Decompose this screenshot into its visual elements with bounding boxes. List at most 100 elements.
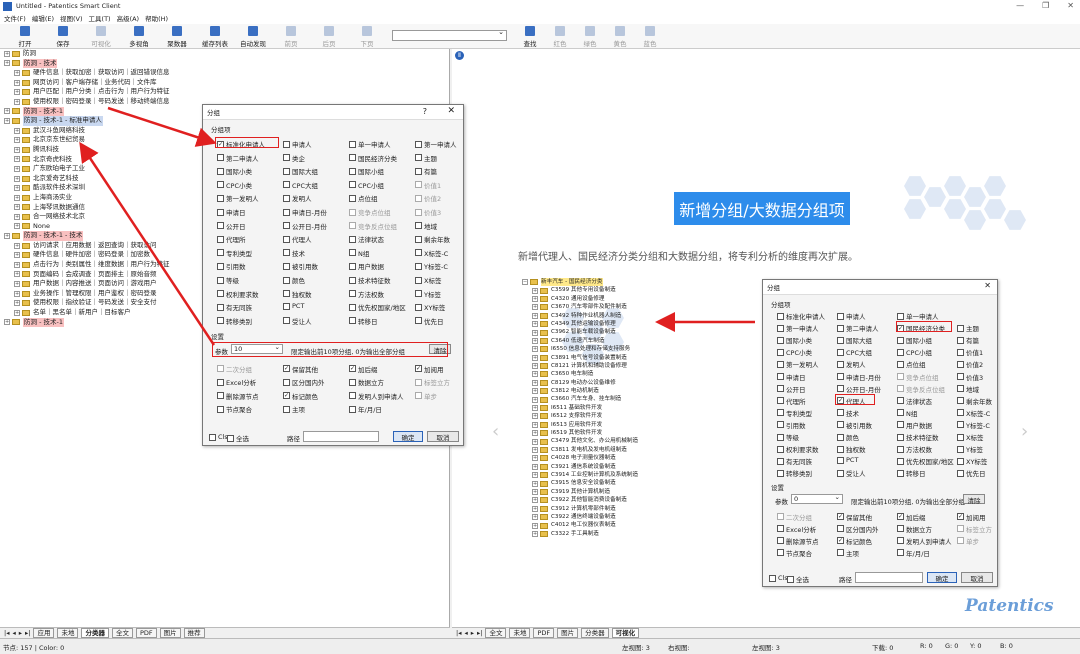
tree-node[interactable]: + I6513 应用软件开发 — [522, 421, 722, 429]
expand-icon[interactable]: + — [532, 497, 538, 504]
menu-item[interactable]: 文件(F) — [4, 13, 26, 23]
expand-icon[interactable]: + — [14, 175, 20, 182]
setting-option-checkbox[interactable]: 区分国内外 — [283, 377, 325, 387]
expand-icon[interactable]: + — [14, 79, 20, 86]
checkbox-box[interactable] — [283, 317, 290, 325]
group-option-checkbox[interactable]: X标签 — [415, 275, 441, 285]
setting-option-checkbox[interactable]: 节点聚合 — [217, 404, 252, 414]
expand-icon[interactable]: + — [532, 505, 538, 512]
group-option-checkbox[interactable]: 代理所 — [777, 396, 806, 406]
tree-node[interactable]: + C8121 计算机和辅助设备修理 — [522, 362, 722, 370]
checkbox-box[interactable] — [837, 336, 844, 344]
group-option-checkbox[interactable]: 点位组 — [897, 359, 926, 369]
checkbox-box[interactable] — [787, 575, 794, 583]
group-option-checkbox[interactable]: 第二申请人 — [217, 153, 259, 163]
menu-item[interactable]: 高级(A) — [117, 13, 140, 23]
bottom-tab[interactable]: 图片 — [557, 628, 579, 638]
expand-icon[interactable]: + — [4, 50, 10, 57]
checkbox-box[interactable]: ✓ — [283, 365, 290, 373]
expand-icon[interactable]: + — [14, 156, 20, 163]
param-select[interactable]: 0 ⌄ — [791, 493, 843, 504]
help-icon[interactable]: ? — [423, 107, 427, 116]
toolbar-button[interactable]: 多视角 — [120, 24, 158, 48]
expand-icon[interactable]: + — [532, 346, 538, 353]
expand-icon[interactable]: + — [14, 271, 20, 278]
checkbox-box[interactable] — [349, 181, 356, 189]
setting-option-checkbox[interactable]: ✓ 保留其他 — [837, 512, 872, 522]
checkbox-box[interactable] — [837, 549, 844, 557]
group-option-checkbox[interactable]: 引用数 — [777, 420, 806, 430]
checkbox-box[interactable] — [349, 392, 356, 400]
ok-button[interactable]: 确定 — [393, 431, 423, 442]
dialog-close-icon[interactable]: ✕ — [447, 106, 455, 116]
group-option-checkbox[interactable]: 公开日-月份 — [283, 221, 327, 231]
menu-item[interactable]: 帮助(H) — [145, 13, 168, 23]
checkbox-box[interactable] — [415, 317, 422, 325]
setting-option-checkbox[interactable]: ✓ 标记颜色 — [283, 391, 318, 401]
group-option-checkbox[interactable]: 技术特征数 — [349, 275, 391, 285]
setting-option-checkbox[interactable]: ✓ 保留其他 — [283, 364, 318, 374]
group-option-checkbox[interactable]: Y标签-C — [957, 420, 990, 430]
tree-node[interactable]: + C3599 其他专用设备制造 — [522, 286, 722, 294]
group-option-checkbox[interactable]: 申请日-月份 — [283, 207, 327, 217]
tree-node[interactable]: + C4028 电子测量仪器制造 — [522, 454, 722, 462]
group-option-checkbox[interactable]: 专利类型 — [777, 408, 812, 418]
setting-option-checkbox[interactable]: ✓ 加阅用 — [415, 364, 444, 374]
checkbox-box[interactable] — [897, 457, 904, 465]
dialog-close-icon[interactable]: ✕ — [984, 281, 991, 290]
checkbox-box[interactable] — [777, 421, 784, 429]
checkbox-box[interactable] — [897, 397, 904, 405]
nav-first-icon[interactable]: |◂ — [4, 629, 9, 637]
checkbox-box[interactable] — [897, 469, 904, 477]
expand-icon[interactable]: + — [14, 98, 20, 105]
group-option-checkbox[interactable]: 发明人 — [283, 193, 312, 203]
group-option-checkbox[interactable]: 国际小类 — [777, 335, 812, 345]
toolbar-button[interactable]: 缓存列表 — [196, 24, 234, 48]
close-icon[interactable]: ✕ — [1067, 1, 1074, 10]
expand-icon[interactable]: + — [532, 287, 538, 294]
group-option-checkbox[interactable]: CPC大组 — [283, 180, 318, 190]
group-option-checkbox[interactable]: XY标签 — [957, 456, 987, 466]
group-option-checkbox[interactable]: 权利要求数 — [217, 289, 259, 299]
tree-node[interactable]: + C4320 通用设备修理 — [522, 295, 722, 303]
checkbox-box[interactable] — [777, 469, 784, 477]
group-option-checkbox[interactable]: 类企 — [283, 153, 305, 163]
cancel-button[interactable]: 取消 — [427, 431, 459, 442]
setting-option-checkbox[interactable]: Excel分析 — [217, 377, 256, 387]
checkbox-box[interactable] — [283, 235, 290, 243]
checkbox-box[interactable] — [837, 385, 844, 393]
expand-icon[interactable]: + — [14, 309, 20, 316]
setting-option-checkbox[interactable]: ✓ 加后缀 — [349, 364, 378, 374]
bottom-tab[interactable]: 未地 — [57, 628, 79, 638]
checkbox-box[interactable] — [283, 378, 290, 386]
expand-icon[interactable]: + — [532, 371, 538, 378]
group-option-checkbox[interactable]: 剩余年数 — [957, 396, 992, 406]
tree-node[interactable]: + I6511 基础软件开发 — [522, 404, 722, 412]
checkbox-box[interactable] — [777, 549, 784, 557]
next-slide-icon[interactable]: › — [1021, 421, 1028, 442]
path-input[interactable] — [855, 572, 923, 583]
toolbar-button[interactable]: 前页 — [272, 24, 310, 48]
group-option-checkbox[interactable]: 申请日 — [777, 372, 806, 382]
checkbox-box[interactable] — [217, 290, 224, 298]
checkbox-box[interactable] — [897, 360, 904, 368]
group-option-checkbox[interactable]: 地域 — [957, 384, 979, 394]
checkbox-box[interactable] — [415, 222, 422, 230]
checkbox-box[interactable] — [777, 525, 784, 533]
group-option-checkbox[interactable]: 国际小组 — [897, 335, 932, 345]
expand-icon[interactable]: + — [532, 472, 538, 479]
group-option-checkbox[interactable]: 被引用数 — [283, 261, 318, 271]
checkbox-box[interactable] — [209, 433, 216, 441]
checkbox-box[interactable] — [837, 409, 844, 417]
checkbox-box[interactable] — [837, 360, 844, 368]
expand-icon[interactable]: + — [4, 319, 10, 326]
nav-next-icon[interactable]: ▸ — [471, 629, 474, 637]
group-option-checkbox[interactable]: 申请日-月份 — [837, 372, 881, 382]
path-input[interactable] — [303, 431, 379, 442]
checkbox-box[interactable] — [777, 373, 784, 380]
tree-node[interactable]: + I6512 支撑软件开发 — [522, 412, 722, 420]
group-option-checkbox[interactable]: 优先日 — [415, 316, 444, 326]
checkbox-box[interactable] — [349, 317, 356, 325]
checkbox-box[interactable] — [837, 324, 844, 332]
nav-next-icon[interactable]: ▸ — [19, 629, 22, 637]
